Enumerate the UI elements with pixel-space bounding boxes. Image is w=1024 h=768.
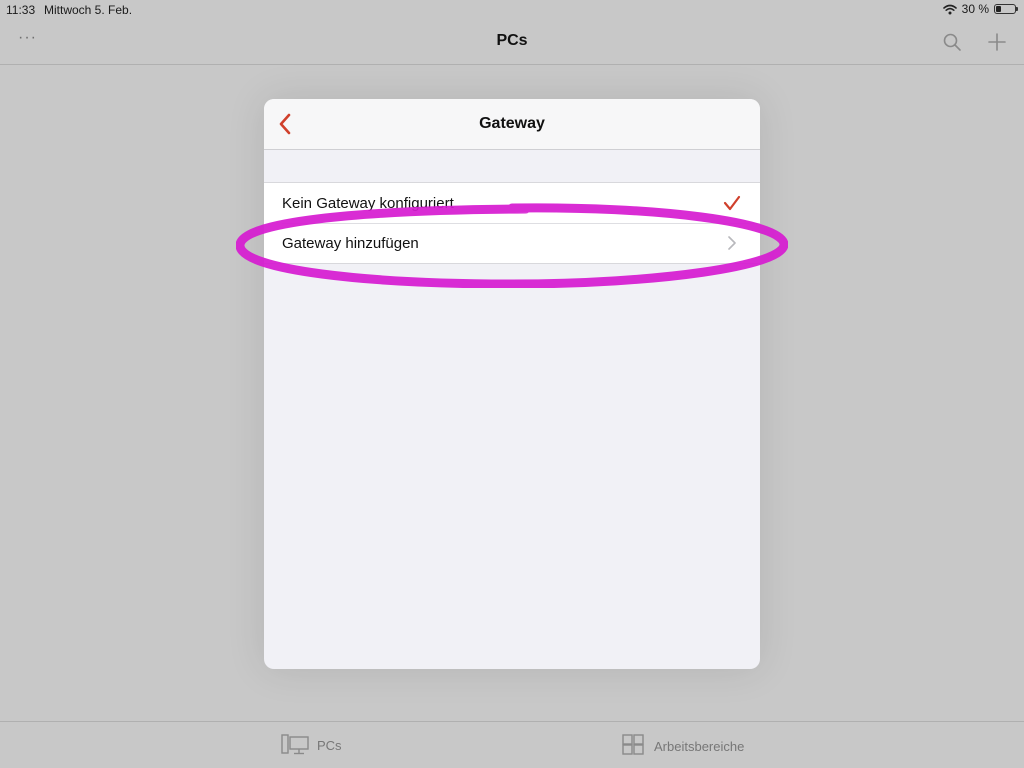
workspaces-grid-icon	[622, 734, 644, 755]
list-item-no-gateway[interactable]: Kein Gateway konfiguriert	[264, 183, 760, 223]
modal-title: Gateway	[479, 115, 545, 132]
status-date: Mittwoch 5. Feb.	[44, 3, 133, 17]
list-item-label: Gateway hinzufügen	[282, 235, 419, 252]
plus-icon[interactable]	[986, 31, 1008, 53]
battery-percentage: 30 %	[961, 2, 989, 16]
list-item-label: Kein Gateway konfiguriert	[282, 195, 454, 212]
status-indicators: 30 %	[942, 2, 1018, 16]
status-time: 11:33	[6, 3, 36, 17]
list-item-add-gateway[interactable]: Gateway hinzufügen	[264, 223, 760, 263]
desktop-icon	[281, 734, 309, 755]
status-bar: 11:33 Mittwoch 5. Feb. 30 %	[0, 0, 1024, 20]
tab-label: Arbeitsbereiche	[654, 738, 745, 754]
gateway-list: Kein Gateway konfiguriert Gateway hinzuf…	[264, 182, 760, 264]
tab-workspaces[interactable]: Arbeitsbereiche	[622, 734, 744, 758]
nav-bar: ··· PCs	[0, 20, 1024, 65]
tab-pcs[interactable]: PCs	[281, 734, 342, 756]
battery-icon	[994, 4, 1018, 14]
modal-header: Gateway	[264, 99, 760, 150]
search-icon[interactable]	[942, 32, 962, 52]
checkmark-icon	[722, 193, 742, 213]
tab-label: PCs	[317, 737, 342, 753]
battery-level	[996, 6, 1001, 12]
chevron-right-icon	[722, 233, 742, 253]
gateway-modal: Gateway Kein Gateway konfiguriert Gatewa…	[264, 99, 760, 669]
tab-bar: PCs Arbeitsbereiche	[0, 721, 1024, 768]
page-title: PCs	[496, 32, 528, 49]
wifi-icon	[942, 4, 957, 14]
